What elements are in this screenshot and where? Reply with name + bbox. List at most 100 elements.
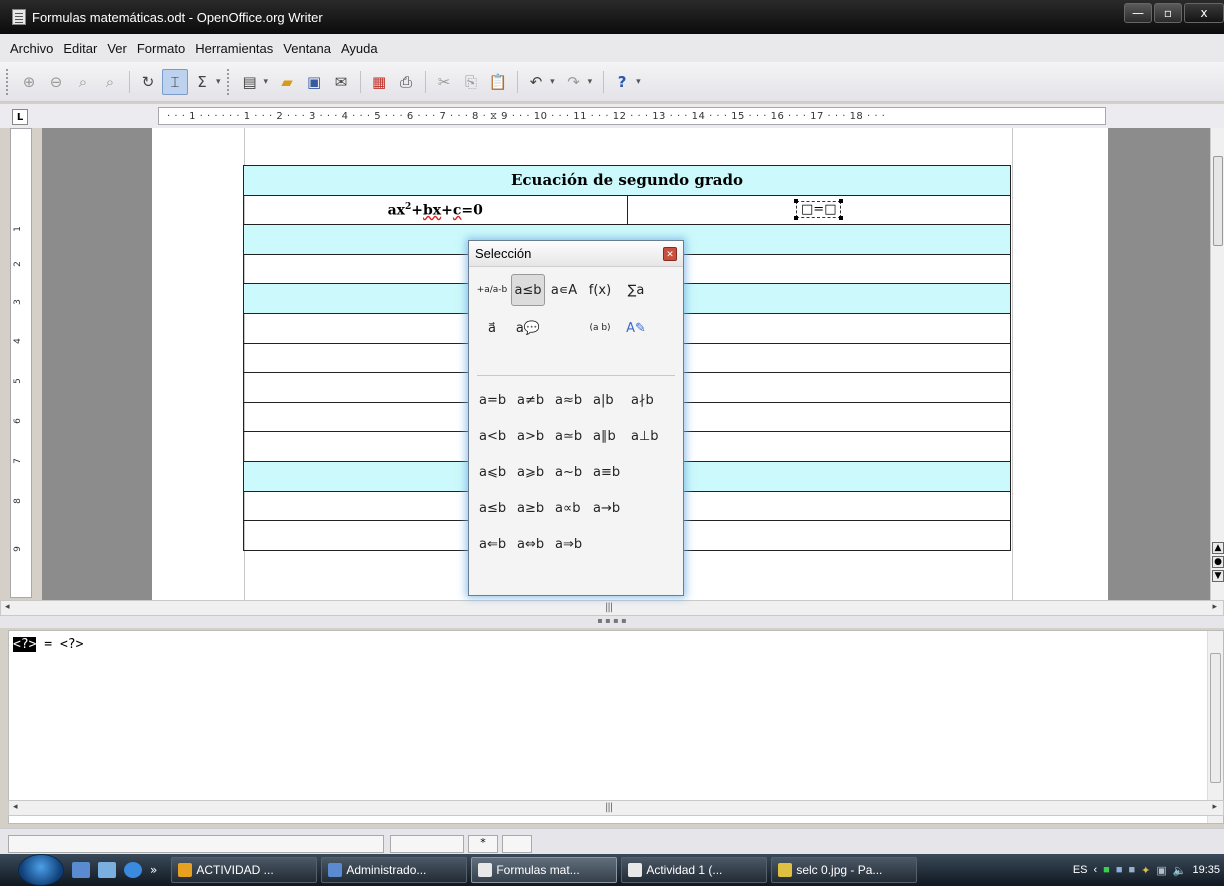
symbols-icon[interactable]: Σ [189,69,215,95]
symbol-iff[interactable]: a⇔b [517,537,555,552]
menu-ventana[interactable]: Ventana [281,39,333,58]
menu-formato[interactable]: Formato [135,39,187,58]
formula-object-cell[interactable]: □=□ [626,194,1011,226]
save-icon[interactable]: ▣ [301,69,327,95]
scroll-left-icon[interactable]: ◂ [13,802,18,812]
internet-explorer-icon[interactable] [124,862,142,878]
window-splitter[interactable]: ▪ ▪ ▪ ▪ [0,616,1224,628]
symbol-identical[interactable]: a≡b [593,465,631,480]
maximize-button[interactable]: ▫ [1154,3,1182,23]
modified-indicator[interactable]: * [468,835,498,853]
document-horizontal-scrollbar[interactable]: ◂ ||| ▸ [0,600,1224,616]
previous-page-icon[interactable]: ▲ [1212,542,1224,554]
symbol-not-divides[interactable]: a∤b [631,393,669,408]
email-icon[interactable]: ✉ [328,69,354,95]
task-button[interactable]: ACTIVIDAD ... [171,857,318,883]
category-formats[interactable]: A✎ [619,312,653,344]
command-horizontal-scrollbar[interactable]: ◂ ||| ▸ [8,800,1224,816]
new-document-icon[interactable]: ▤ [237,69,263,95]
export-pdf-icon[interactable]: ▦ [366,69,392,95]
tab-stop-selector[interactable]: L [12,109,28,125]
category-unary-binary-operators[interactable]: +a/a-b [475,274,509,306]
symbol-less-equal[interactable]: a≤b [479,501,517,516]
category-others[interactable]: a💬 [511,312,545,344]
menu-ver[interactable]: Ver [105,39,129,58]
symbol-less-equal-slant[interactable]: a⩽b [479,465,517,480]
command-selected-placeholder[interactable]: <?> [13,637,37,652]
symbol-greater-equal[interactable]: a≥b [517,501,555,516]
paste-icon[interactable]: 📋 [485,69,511,95]
tray-app-icon[interactable]: ■ [1116,864,1123,876]
clock[interactable]: 19:35 [1192,864,1220,876]
formula-cursor-icon[interactable]: ⌶ [162,68,188,95]
print-icon[interactable]: ⎙ [393,69,419,95]
redo-icon[interactable]: ↷ [561,69,587,95]
symbol-proportional[interactable]: a∝b [555,501,593,516]
symbol-implied-by[interactable]: a⇐b [479,537,517,552]
navigator-icon[interactable]: ● [1212,556,1224,568]
symbol-greater-than[interactable]: a>b [517,429,555,444]
document-vertical-scrollbar[interactable]: ▲ ● ▼ [1210,128,1224,600]
scroll-left-icon[interactable]: ◂ [5,602,10,612]
category-operators[interactable]: ∑a [619,274,653,306]
cut-icon[interactable]: ✂ [431,69,457,95]
tray-app-icon[interactable]: ■ [1103,864,1110,876]
zoom-100-icon[interactable]: ⌕ [70,69,96,95]
symbol-less-than[interactable]: a<b [479,429,517,444]
zoom-in-icon[interactable]: ⊕ [16,69,42,95]
category-relations[interactable]: a≤b [511,274,545,306]
scrollbar-thumb[interactable] [1213,156,1223,246]
task-button[interactable]: Administrado... [321,857,468,883]
redo-dropdown-icon[interactable]: ▾ [588,77,593,87]
task-button[interactable]: Formulas mat... [471,857,618,883]
toolbar-grip[interactable] [6,68,10,95]
toolbar-overflow-icon[interactable]: ▾ [636,77,641,87]
copy-icon[interactable]: ⎘ [458,69,484,95]
menu-ayuda[interactable]: Ayuda [339,39,380,58]
minimize-button[interactable]: — [1124,3,1152,23]
task-button[interactable]: selc 0.jpg - Pa... [771,857,918,883]
tray-app-icon[interactable]: ■ [1128,864,1135,876]
symbol-implies[interactable]: a⇒b [555,537,593,552]
horizontal-ruler[interactable]: · · · 1 · · · · · · 1 · · · 2 · · · 3 · … [158,107,1106,125]
symbol-divides[interactable]: a|b [593,393,631,408]
category-set-operations[interactable]: a∊A [547,274,581,306]
help-icon[interactable]: ? [609,69,635,95]
scroll-right-icon[interactable]: ▸ [1212,602,1217,612]
open-folder-icon[interactable]: ▰ [274,69,300,95]
category-brackets[interactable]: (a b) [583,312,617,344]
dialog-title-bar[interactable]: Selección ✕ [469,241,683,267]
symbol-equals[interactable]: a=b [479,393,517,408]
menu-archivo[interactable]: Archivo [8,39,55,58]
menu-editar[interactable]: Editar [61,39,99,58]
quick-launch-show-desktop-icon[interactable] [72,862,90,878]
task-button[interactable]: Actividad 1 (... [621,857,768,883]
show-all-icon[interactable]: ⌕ [97,69,123,95]
formula-object[interactable]: □=□ [794,199,844,221]
vertical-ruler[interactable]: 1 2 3 4 5 6 7 8 9 [10,128,32,598]
toolbar-grip[interactable] [226,68,231,95]
start-button[interactable] [18,854,64,886]
formula-cell[interactable]: ax2+bx+c=0 [243,194,628,226]
command-vertical-scrollbar[interactable] [1207,631,1223,823]
symbol-greater-equal-slant[interactable]: a⩾b [517,465,555,480]
tray-expand-icon[interactable]: ‹ [1094,864,1098,876]
tray-network-icon[interactable]: ▣ [1156,864,1166,877]
symbol-tends-to[interactable]: a→b [593,501,631,516]
scroll-right-icon[interactable]: ▸ [1212,802,1217,812]
command-text[interactable]: = <?> [36,637,83,652]
category-attributes[interactable]: a⃗ [475,312,509,344]
toolbar-overflow-icon[interactable]: ▾ [216,77,221,87]
language-indicator[interactable]: ES [1073,864,1088,876]
undo-dropdown-icon[interactable]: ▾ [550,77,555,87]
symbol-similar-equal[interactable]: a≃b [555,429,593,444]
zoom-out-icon[interactable]: ⊖ [43,69,69,95]
update-icon[interactable]: ↻ [135,69,161,95]
quick-launch-switch-windows-icon[interactable] [98,862,116,878]
symbol-orthogonal[interactable]: a⊥b [631,429,669,444]
symbol-approx[interactable]: a≈b [555,393,593,408]
symbol-similar[interactable]: a~b [555,465,593,480]
category-functions[interactable]: f(x) [583,274,617,306]
close-button[interactable]: x [1184,3,1224,23]
menu-herramientas[interactable]: Herramientas [193,39,275,58]
